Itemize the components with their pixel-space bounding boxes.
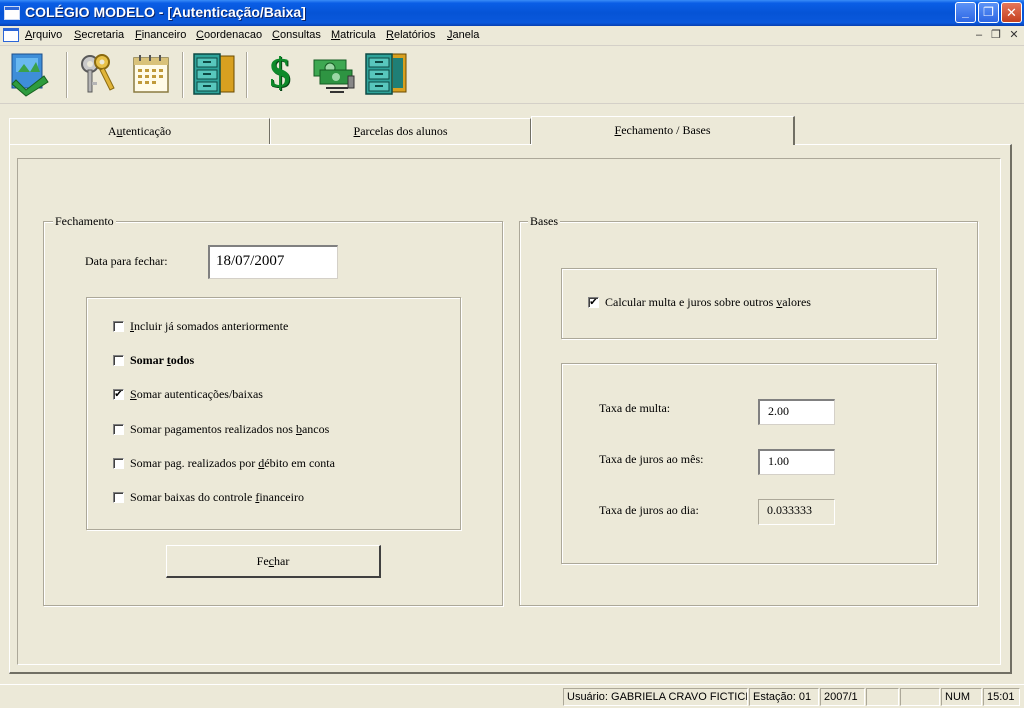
status-empty-1 <box>866 688 899 706</box>
checkbox-somar-autenticacoes[interactable]: ✔ <box>113 389 124 400</box>
menu-secretaria[interactable]: Secretaria <box>74 29 124 41</box>
checkbox-somar-baixas-financeiro[interactable] <box>113 492 124 503</box>
child-minimize-button[interactable]: – <box>972 29 986 42</box>
bases-group-label: Bases <box>528 214 560 229</box>
menu-coordenacao[interactable]: Coordenacao <box>196 29 262 41</box>
file-cabinet-button[interactable] <box>190 50 238 98</box>
status-time: 15:01 <box>983 688 1020 706</box>
checkbox-somar-todos[interactable] <box>113 355 124 366</box>
close-button[interactable]: ✕ <box>1001 2 1022 23</box>
child-window-icon[interactable] <box>3 28 19 42</box>
tab-autenticacao[interactable]: Autenticação <box>9 118 270 144</box>
calendar-icon <box>133 55 169 93</box>
checkbox-row-incluir[interactable]: Incluir já somados anteriormente <box>113 317 433 337</box>
menu-bar: Arquivo Secretaria Financeiro Coordenaca… <box>0 26 1024 46</box>
tab-parcelas-dos-alunos[interactable]: Parcelas dos alunos <box>270 118 531 144</box>
menu-relatorios[interactable]: Relatórios <box>386 29 436 41</box>
taxa-juros-dia-value: 0.033333 <box>758 499 835 525</box>
checkbox-incluir[interactable] <box>113 321 124 332</box>
checkbox-row-somar-bancos[interactable]: Somar pagamentos realizados nos bancos <box>113 420 433 440</box>
checkbox-calcular-multa[interactable]: ✔ <box>588 297 599 308</box>
file-cabinet-open-icon <box>365 53 407 95</box>
fechamento-group-label: Fechamento <box>53 214 116 229</box>
file-cabinet-open-button[interactable] <box>362 50 410 98</box>
maximize-button[interactable]: ❐ <box>978 2 999 23</box>
checkbox-somar-debito[interactable] <box>113 458 124 469</box>
menu-financeiro[interactable]: Financeiro <box>135 29 186 41</box>
status-user: Usuário: GABRIELA CRAVO FICTICIO <box>563 688 748 706</box>
checkbox-row-somar-baixas-financeiro[interactable]: Somar baixas do controle financeiro <box>113 488 433 508</box>
dollar-button[interactable]: $ <box>256 50 304 98</box>
menu-janela[interactable]: Janela <box>447 29 479 41</box>
status-bar: Usuário: GABRIELA CRAVO FICTICIO Estação… <box>0 684 1024 708</box>
money-transfer-icon <box>313 59 355 93</box>
date-input[interactable]: 18/07/2007 <box>208 245 338 279</box>
menu-consultas[interactable]: Consultas <box>272 29 321 41</box>
checkbox-label: Incluir já somados anteriormente <box>130 319 289 333</box>
title-bar[interactable]: COLÉGIO MODELO - [Autenticação/Baixa] _ … <box>0 0 1024 26</box>
status-num: NUM <box>941 688 982 706</box>
toolbar-separator <box>66 52 68 98</box>
window-title: COLÉGIO MODELO - [Autenticação/Baixa] <box>25 4 306 20</box>
toolbar: $ <box>0 46 1024 104</box>
checkbox-row-somar-debito[interactable]: Somar pag. realizados por débito em cont… <box>113 454 433 474</box>
file-cabinet-icon <box>193 53 235 95</box>
checkbox-label: Somar autenticações/baixas <box>130 387 263 401</box>
taxa-multa-label: Taxa de multa: <box>599 401 671 415</box>
money-transfer-button[interactable] <box>310 50 358 98</box>
taxa-juros-mes-label: Taxa de juros ao mês: <box>599 452 704 466</box>
status-period: 2007/1 <box>820 688 865 706</box>
app-window-icon[interactable] <box>4 6 20 20</box>
child-restore-button[interactable]: ❐ <box>989 29 1003 42</box>
menu-arquivo[interactable]: Arquivo <box>25 29 62 41</box>
taxa-juros-mes-input[interactable]: 1.00 <box>758 449 835 475</box>
keys-button[interactable] <box>74 50 122 98</box>
fechar-button[interactable]: Fechar <box>166 545 381 578</box>
minimize-button[interactable]: _ <box>955 2 976 23</box>
toolbar-separator <box>182 52 184 98</box>
checkbox-row-somar-autenticacoes[interactable]: ✔ Somar autenticações/baixas <box>113 385 433 405</box>
dollar-icon: $ <box>269 51 291 97</box>
menu-matricula[interactable]: Matricula <box>331 29 376 41</box>
checkbox-label: Somar pagamentos realizados nos bancos <box>130 422 330 436</box>
checkbox-label: Calcular multa e juros sobre outros valo… <box>605 295 811 309</box>
checkbox-row-calcular-multa[interactable]: ✔ Calcular multa e juros sobre outros va… <box>588 293 908 313</box>
calendar-button[interactable] <box>128 50 176 98</box>
map-button[interactable] <box>8 50 56 98</box>
checkbox-row-somar-todos[interactable]: Somar todos <box>113 351 433 371</box>
checkbox-somar-bancos[interactable] <box>113 424 124 435</box>
keys-icon <box>81 54 115 93</box>
checkbox-label: Somar baixas do controle financeiro <box>130 490 304 504</box>
child-close-button[interactable]: ✕ <box>1007 29 1021 42</box>
status-empty-2 <box>900 688 940 706</box>
map-icon <box>11 53 49 97</box>
checkbox-label: Somar pag. realizados por débito em cont… <box>130 456 335 470</box>
taxa-multa-input[interactable]: 2.00 <box>758 399 835 425</box>
date-label: Data para fechar: <box>85 254 168 268</box>
toolbar-separator <box>246 52 248 98</box>
checkbox-label: Somar todos <box>130 353 195 367</box>
tab-fechamento-bases[interactable]: Fechamento / Bases <box>531 116 795 145</box>
taxa-juros-dia-label: Taxa de juros ao dia: <box>599 503 699 517</box>
status-station: Estação: 01 <box>749 688 819 706</box>
